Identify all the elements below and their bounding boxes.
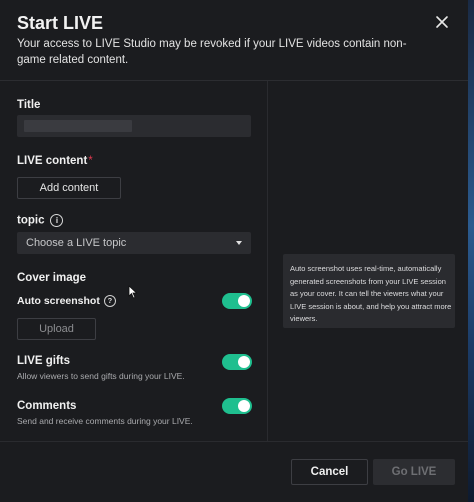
topic-label-text: topic [17, 214, 45, 227]
mouse-cursor-icon [128, 285, 138, 299]
background-app-strip [468, 0, 474, 502]
toggle-knob [238, 400, 250, 412]
required-mark: * [88, 155, 93, 167]
dialog-title: Start LIVE [17, 13, 104, 33]
toggle-knob [238, 295, 250, 307]
live-content-label-text: LIVE content [17, 155, 88, 167]
topic-select[interactable]: Choose a LIVE topic [17, 232, 251, 254]
title-input-value [24, 120, 132, 132]
auto-screenshot-label-text: Auto screenshot [17, 295, 100, 307]
topic-select-placeholder: Choose a LIVE topic [26, 237, 127, 249]
info-icon[interactable]: i [50, 214, 64, 227]
live-gifts-label: LIVE gifts [17, 355, 71, 367]
cancel-button[interactable]: Cancel [291, 459, 368, 485]
cover-image-label: Cover image [17, 272, 87, 284]
live-gifts-toggle[interactable] [222, 354, 252, 370]
panel-divider [267, 81, 268, 442]
auto-screenshot-tooltip: Auto screenshot uses real-time, automati… [283, 254, 455, 328]
start-live-dialog: Start LIVE Your access to LIVE Studio ma… [0, 0, 468, 502]
title-input[interactable] [17, 115, 251, 137]
go-live-button[interactable]: Go LIVE [373, 459, 455, 485]
dialog-subtitle: Your access to LIVE Studio may be revoke… [17, 38, 407, 66]
toggle-knob [238, 356, 250, 368]
upload-button[interactable]: Upload [17, 318, 96, 340]
auto-screenshot-toggle[interactable] [222, 293, 252, 309]
comments-toggle[interactable] [222, 398, 252, 414]
dialog-header: Start LIVE Your access to LIVE Studio ma… [0, 0, 468, 81]
add-content-button[interactable]: Add content [17, 177, 121, 199]
topic-label: topic i [17, 214, 64, 227]
help-icon[interactable]: ? [103, 295, 116, 308]
title-label: Title [17, 99, 41, 111]
close-icon[interactable] [434, 14, 450, 30]
comments-description: Send and receive comments during your LI… [17, 416, 193, 426]
auto-screenshot-label: Auto screenshot? [17, 295, 116, 308]
chevron-down-icon [236, 241, 242, 245]
footer-divider [0, 441, 468, 442]
tooltip-text: Auto screenshot uses real-time, automati… [290, 264, 452, 323]
live-content-label: LIVE content* [17, 155, 93, 167]
live-gifts-description: Allow viewers to send gifts during your … [17, 371, 185, 381]
comments-label: Comments [17, 400, 77, 412]
